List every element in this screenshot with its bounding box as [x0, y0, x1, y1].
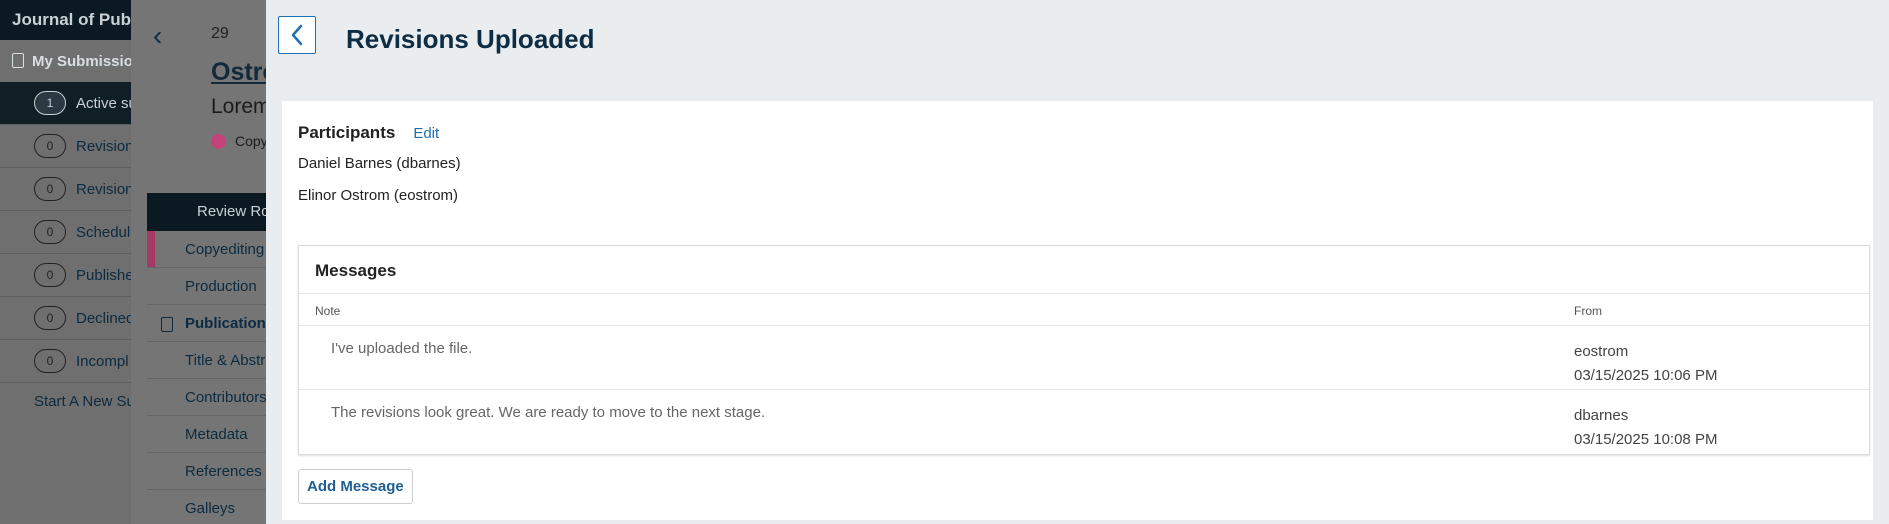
- stage-indicator: Copy: [211, 133, 266, 149]
- menu-item-contributors[interactable]: Contributors: [147, 379, 266, 416]
- menu-item-publication[interactable]: Publication: [147, 305, 266, 342]
- back-button[interactable]: [278, 16, 316, 54]
- my-submissions-label: My Submissio: [32, 53, 131, 70]
- edit-participants-link[interactable]: Edit: [413, 125, 439, 142]
- message-from: eostrom 03/15/2025 10:06 PM: [1574, 340, 1717, 388]
- left-navigation: Journal of Publi My Submissio 1 Active s…: [0, 0, 131, 524]
- menu-item-title-abstract[interactable]: Title & Abstr: [147, 342, 266, 379]
- messages-table-header: Note From: [299, 293, 1869, 326]
- stage-label: Copy: [235, 133, 266, 149]
- nav-item-published[interactable]: 0 Publishe: [0, 254, 131, 297]
- journal-name[interactable]: Journal of Publi: [0, 0, 131, 40]
- nav-item-label: Declined: [76, 309, 131, 327]
- nav-item-label: Active su: [76, 94, 131, 112]
- discussion-modal: Revisions Uploaded Participants Edit Dan…: [266, 0, 1889, 524]
- message-note: I've uploaded the file.: [331, 340, 473, 357]
- menu-item-metadata[interactable]: Metadata: [147, 416, 266, 453]
- nav-item-label: Publishe: [76, 266, 131, 284]
- submission-author[interactable]: Ostro: [211, 58, 266, 87]
- count-badge: 0: [34, 177, 66, 201]
- chevron-left-icon: [291, 24, 303, 46]
- count-badge: 0: [34, 220, 66, 244]
- count-badge: 0: [34, 263, 66, 287]
- document-icon: [12, 53, 24, 68]
- nav-item-revisions-requested[interactable]: 0 Revision: [0, 125, 131, 168]
- submission-workflow: ‹ 29 Ostro Lorem Copy Review Ro Copyedit…: [131, 0, 266, 524]
- workflow-menu: Review Ro Copyediting Production Publica…: [147, 193, 266, 524]
- nav-item-label: Revision: [76, 180, 131, 198]
- message-date: 03/15/2025 10:06 PM: [1574, 367, 1718, 384]
- nav-item-label: Revision: [76, 137, 131, 155]
- nav-item-revisions-submitted[interactable]: 0 Revision: [0, 168, 131, 211]
- count-badge: 1: [34, 91, 66, 115]
- message-author: eostrom: [1574, 343, 1629, 360]
- participant-item: Elinor Ostrom (eostrom): [298, 187, 459, 204]
- add-message-button[interactable]: Add Message: [298, 469, 413, 504]
- modal-body: Participants Edit Daniel Barnes (dbarnes…: [282, 101, 1873, 520]
- menu-item-references[interactable]: References: [147, 453, 266, 490]
- menu-item-copyediting[interactable]: Copyediting: [147, 231, 266, 268]
- count-badge: 0: [34, 306, 66, 330]
- nav-item-incomplete[interactable]: 0 Incompl: [0, 340, 131, 383]
- nav-item-active-submissions[interactable]: 1 Active su: [0, 82, 131, 125]
- column-from: From: [1574, 304, 1602, 318]
- nav-item-label: Incompl: [76, 352, 129, 370]
- message-note: The revisions look great. We are ready t…: [331, 404, 766, 421]
- chevron-left-icon[interactable]: ‹: [153, 20, 162, 52]
- menu-item-production[interactable]: Production: [147, 268, 266, 305]
- messages-panel: Messages Note From I've uploaded the fil…: [298, 245, 1870, 455]
- nav-item-declined[interactable]: 0 Declined: [0, 297, 131, 340]
- start-new-submission-link[interactable]: Start A New Su: [0, 383, 131, 410]
- my-submissions-heading[interactable]: My Submissio: [0, 40, 131, 82]
- message-author: dbarnes: [1574, 407, 1629, 424]
- message-row[interactable]: I've uploaded the file. eostrom 03/15/20…: [299, 326, 1869, 390]
- participants-header: Participants Edit: [298, 123, 439, 143]
- participants-heading: Participants: [298, 123, 396, 142]
- message-date: 03/15/2025 10:08 PM: [1574, 431, 1718, 448]
- count-badge: 0: [34, 134, 66, 158]
- stage-dot-icon: [211, 133, 226, 149]
- messages-heading: Messages: [315, 261, 397, 280]
- submission-title: Lorem: [211, 95, 266, 118]
- review-rounds-tab[interactable]: Review Ro: [147, 193, 266, 231]
- column-note: Note: [315, 304, 341, 318]
- count-badge: 0: [34, 349, 66, 373]
- modal-title: Revisions Uploaded: [346, 24, 595, 54]
- participant-item: Daniel Barnes (dbarnes): [298, 155, 461, 172]
- menu-item-label: Publication: [185, 315, 266, 332]
- menu-item-galleys[interactable]: Galleys: [147, 490, 266, 524]
- submission-id: 29: [211, 25, 229, 42]
- nav-item-scheduled[interactable]: 0 Schedule: [0, 211, 131, 254]
- document-icon: [161, 317, 173, 332]
- nav-item-label: Schedule: [76, 223, 131, 241]
- message-row[interactable]: The revisions look great. We are ready t…: [299, 390, 1869, 454]
- message-from: dbarnes 03/15/2025 10:08 PM: [1574, 404, 1717, 452]
